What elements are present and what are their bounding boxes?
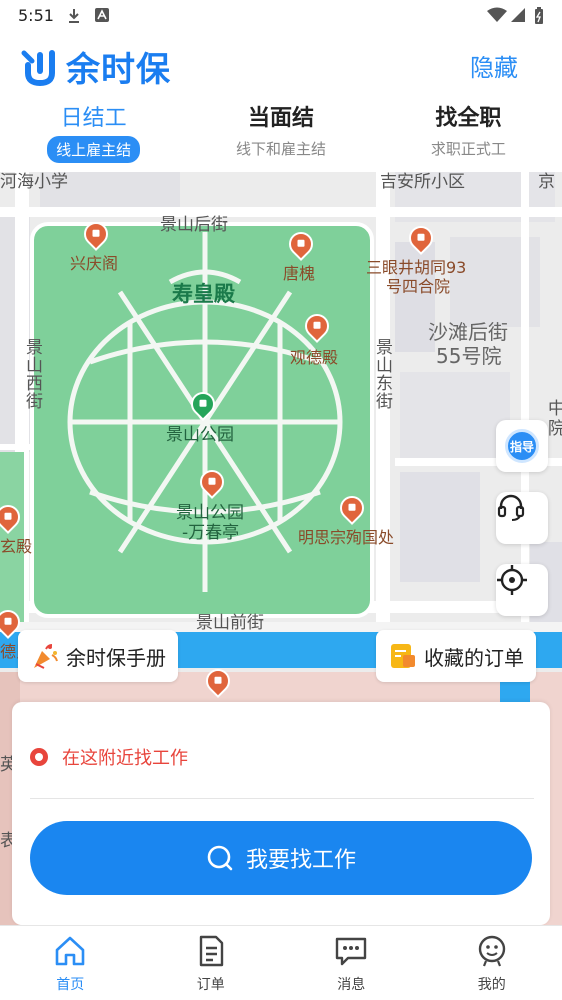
tab-label: 日结工 bbox=[60, 106, 127, 131]
divider bbox=[30, 798, 534, 799]
map-label-xuan: 玄殿 bbox=[0, 537, 33, 556]
saved-orders-button[interactable]: 收藏的订单 bbox=[376, 630, 536, 682]
nav-orders[interactable]: 订单 bbox=[141, 926, 282, 1000]
document-icon bbox=[391, 644, 415, 668]
nav-label: 订单 bbox=[196, 977, 225, 993]
map-label-chongzhen: 明思宗殉国处 bbox=[298, 528, 395, 547]
tab-sublabel: 求职正式工 bbox=[430, 140, 506, 158]
tab-label: 当面结 bbox=[247, 106, 314, 131]
customer-service-button[interactable] bbox=[496, 492, 548, 544]
saved-orders-label: 收藏的订单 bbox=[424, 645, 524, 670]
map-label-jingshan-east: 景山东街 bbox=[372, 338, 392, 410]
tab-full-time[interactable]: 找全职 求职正式工 bbox=[375, 94, 562, 172]
status-bar: 5:51 bbox=[0, 0, 562, 32]
search-icon bbox=[207, 845, 233, 871]
nav-label: 首页 bbox=[56, 977, 85, 993]
map-label-jingshan-west: 景山西街 bbox=[22, 338, 42, 410]
guide-badge: 指导 bbox=[505, 429, 539, 463]
bottom-navigation: 首页 订单 消息 我的 bbox=[0, 925, 562, 1000]
map-label-park: 景山公园 bbox=[166, 425, 234, 445]
app-notification-icon bbox=[95, 8, 109, 22]
nav-home[interactable]: 首页 bbox=[0, 926, 141, 1000]
home-icon bbox=[55, 936, 85, 966]
signal-icon bbox=[511, 8, 525, 22]
nav-messages[interactable]: 消息 bbox=[281, 926, 422, 1000]
nav-label: 消息 bbox=[337, 977, 366, 993]
map-label-community: 吉安所小区 bbox=[380, 172, 465, 192]
download-icon bbox=[69, 9, 79, 23]
handbook-label: 余时保手册 bbox=[66, 645, 166, 670]
map-label-guande: 观德殿 bbox=[290, 348, 339, 367]
handbook-button[interactable]: 余时保手册 bbox=[18, 630, 178, 682]
battery-icon bbox=[535, 7, 543, 24]
hide-button[interactable]: 隐藏 bbox=[470, 48, 518, 83]
headset-icon bbox=[497, 494, 525, 521]
app-logo: 余时保 bbox=[20, 42, 171, 91]
status-time: 5:51 bbox=[18, 6, 54, 25]
map-label-school: 河海小学 bbox=[0, 172, 68, 192]
map-label-east: 京 bbox=[538, 172, 555, 192]
map-label-jingshan-front: 景山前街 bbox=[196, 613, 264, 633]
nav-label: 我的 bbox=[477, 977, 506, 993]
map-label-xingqing: 兴庆阁 bbox=[70, 254, 119, 273]
wifi-icon bbox=[487, 7, 507, 22]
chat-bubble-icon bbox=[336, 937, 367, 966]
find-job-button[interactable]: 我要找工作 bbox=[30, 821, 532, 895]
crosshair-icon bbox=[497, 565, 527, 595]
map-label-sanyan2: 号四合院 bbox=[386, 277, 451, 296]
map-label-yuan: 院 bbox=[548, 419, 562, 439]
map-label-wanchun2: -万春亭 bbox=[182, 523, 240, 543]
party-popper-icon bbox=[34, 644, 58, 669]
map-label-tanghuai: 唐槐 bbox=[283, 264, 316, 283]
find-job-label: 我要找工作 bbox=[245, 848, 356, 873]
user-face-icon bbox=[478, 935, 505, 967]
map-label-jingshan-back-street: 景山后街 bbox=[160, 215, 228, 235]
map-label-shouhuang: 寿皇殿 bbox=[172, 282, 235, 306]
job-type-tabs: 日结工 线上雇主结 当面结 线下和雇主结 找全职 求职正式工 bbox=[0, 94, 562, 172]
tab-label: 找全职 bbox=[435, 106, 502, 131]
guide-button[interactable]: 指导 bbox=[496, 420, 548, 472]
location-dot-icon bbox=[30, 748, 48, 766]
nearby-text: 在这附近找工作 bbox=[62, 748, 188, 769]
map-label-shatan2: 55号院 bbox=[436, 344, 502, 368]
locate-button[interactable] bbox=[496, 564, 548, 616]
nav-profile[interactable]: 我的 bbox=[422, 926, 562, 1000]
tab-daily-settlement[interactable]: 日结工 线上雇主结 bbox=[0, 94, 187, 172]
tab-sublabel: 线下和雇主结 bbox=[235, 140, 326, 158]
job-search-card: 在这附近找工作 我要找工作 bbox=[12, 702, 550, 925]
nearby-location-row[interactable]: 在这附近找工作 bbox=[30, 744, 188, 770]
tab-sublabel: 线上雇主结 bbox=[47, 136, 141, 163]
logo-icon bbox=[21, 49, 55, 86]
tab-face-to-face[interactable]: 当面结 线下和雇主结 bbox=[187, 94, 374, 172]
app-name: 余时保 bbox=[66, 50, 171, 90]
order-document-icon bbox=[199, 935, 223, 967]
app-header: 余时保 隐藏 bbox=[0, 32, 562, 94]
